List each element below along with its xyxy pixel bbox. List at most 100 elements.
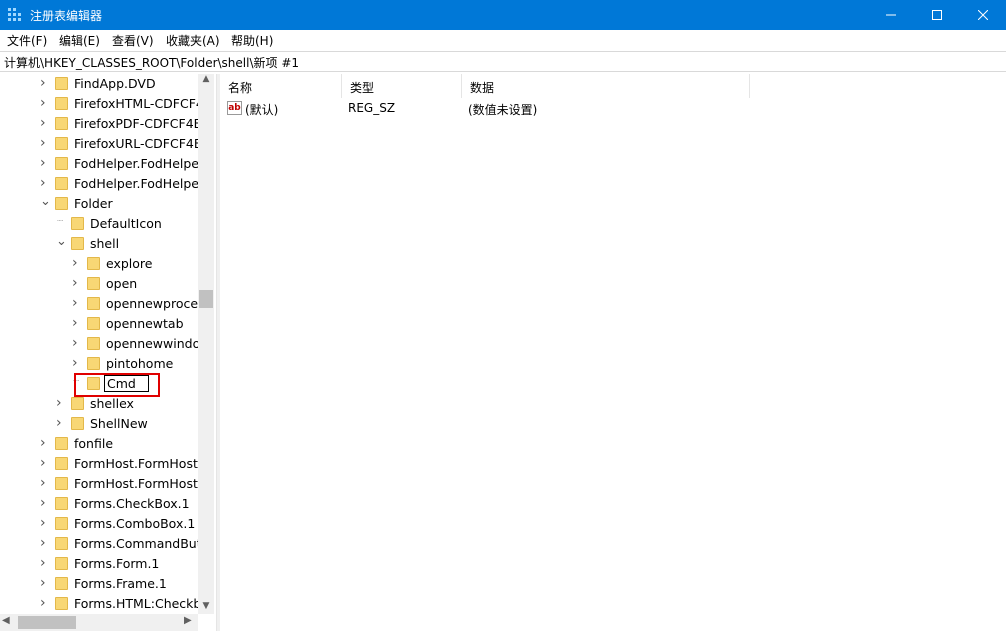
tree-item[interactable]: › Forms.Form.1 bbox=[0, 554, 200, 574]
folder-icon bbox=[87, 337, 100, 350]
chevron-right-icon[interactable]: › bbox=[40, 175, 50, 191]
folder-icon bbox=[55, 597, 68, 610]
tree-item[interactable]: › explore bbox=[0, 254, 200, 274]
tree-item[interactable]: › Forms.CheckBox.1 bbox=[0, 494, 200, 514]
chevron-right-icon[interactable]: › bbox=[40, 475, 50, 491]
tree-item[interactable]: › Forms.CommandButt bbox=[0, 534, 207, 554]
minimize-button[interactable] bbox=[868, 0, 914, 30]
chevron-right-icon[interactable]: › bbox=[40, 435, 50, 451]
scroll-up-icon[interactable]: ▲ bbox=[198, 74, 214, 90]
chevron-right-icon[interactable]: › bbox=[40, 135, 50, 151]
chevron-right-icon[interactable]: › bbox=[40, 495, 50, 511]
close-icon bbox=[978, 10, 988, 20]
column-header-type[interactable]: 类型 bbox=[342, 74, 462, 98]
tree-item-label: shellex bbox=[90, 396, 134, 411]
chevron-right-icon[interactable]: › bbox=[40, 575, 50, 591]
tree-item[interactable]: › FindApp.DVD bbox=[0, 74, 200, 94]
chevron-right-icon[interactable]: › bbox=[72, 275, 82, 291]
chevron-right-icon[interactable]: › bbox=[40, 455, 50, 471]
tree-item[interactable]: › FirefoxPDF-CDFCF4B7 bbox=[0, 114, 210, 134]
chevron-right-icon[interactable]: › bbox=[56, 395, 66, 411]
folder-icon bbox=[55, 197, 68, 210]
values-list[interactable]: 名称 类型 数据 ab (默认) REG_SZ (数值未设置) bbox=[220, 74, 1006, 631]
tree-vertical-scrollbar[interactable]: ▲ ▼ bbox=[198, 74, 214, 614]
tree-item-label: opennewwindov bbox=[106, 336, 208, 351]
tree-item[interactable]: ⌄ shell bbox=[0, 234, 200, 254]
scroll-right-icon[interactable]: ▶ bbox=[184, 615, 192, 626]
chevron-down-icon[interactable]: ⌄ bbox=[56, 234, 67, 249]
tree-item[interactable]: › opennewproces bbox=[0, 294, 205, 314]
tree-item[interactable]: › opennewtab bbox=[0, 314, 200, 334]
tree-item[interactable]: › open bbox=[0, 274, 200, 294]
menu-bar: 文件(F) 编辑(E) 查看(V) 收藏夹(A) 帮助(H) bbox=[0, 30, 1006, 50]
chevron-right-icon[interactable]: › bbox=[72, 335, 82, 351]
address-path[interactable]: 计算机\HKEY_CLASSES_ROOT\Folder\shell\新项 #1 bbox=[4, 54, 299, 71]
folder-icon bbox=[55, 497, 68, 510]
key-tree[interactable]: › FindApp.DVD › FirefoxHTML-CDFCF4 › FirefoxP… bbox=[0, 74, 214, 631]
tree-item-label: FindApp.DVD bbox=[74, 76, 156, 91]
folder-icon bbox=[87, 277, 100, 290]
tree-item[interactable]: › Forms.HTML:Checkbc bbox=[0, 594, 208, 614]
chevron-right-icon[interactable]: › bbox=[40, 595, 50, 611]
tree-item-label: Forms.CommandButt bbox=[74, 536, 207, 551]
chevron-right-icon[interactable]: › bbox=[40, 515, 50, 531]
folder-icon bbox=[55, 517, 68, 530]
folder-icon bbox=[55, 117, 68, 130]
folder-icon bbox=[55, 157, 68, 170]
chevron-right-icon[interactable]: › bbox=[40, 555, 50, 571]
tree-item-label: FirefoxPDF-CDFCF4B7 bbox=[74, 116, 211, 131]
tree-item[interactable]: › shellex bbox=[0, 394, 200, 414]
address-bar[interactable]: 计算机\HKEY_CLASSES_ROOT\Folder\shell\新项 #1 bbox=[0, 51, 1006, 72]
chevron-right-icon[interactable]: › bbox=[56, 415, 66, 431]
tree-item-label: FirefoxURL-CDFCF4B7 bbox=[74, 136, 211, 151]
tree-item[interactable]: › pintohome bbox=[0, 354, 200, 374]
tree-item[interactable]: ⌄ Folder bbox=[0, 194, 200, 214]
scroll-thumb[interactable] bbox=[199, 290, 213, 308]
chevron-right-icon[interactable]: › bbox=[72, 255, 82, 271]
tree-item[interactable]: › fonfile bbox=[0, 434, 200, 454]
chevron-right-icon[interactable]: › bbox=[40, 75, 50, 91]
chevron-right-icon[interactable]: › bbox=[40, 535, 50, 551]
tree-item-label: pintohome bbox=[106, 356, 174, 371]
chevron-down-icon[interactable]: ⌄ bbox=[40, 194, 51, 209]
menu-help[interactable]: 帮助(H) bbox=[231, 32, 273, 49]
chevron-right-icon[interactable]: › bbox=[40, 95, 50, 111]
column-header-name[interactable]: 名称 bbox=[220, 74, 342, 98]
folder-icon bbox=[71, 237, 84, 250]
menu-file[interactable]: 文件(F) bbox=[7, 32, 47, 49]
chevron-right-icon[interactable]: › bbox=[40, 115, 50, 131]
maximize-icon bbox=[932, 10, 942, 20]
tree-item[interactable]: › FodHelper.FodHelper bbox=[0, 154, 204, 174]
menu-edit[interactable]: 编辑(E) bbox=[59, 32, 100, 49]
tree-horizontal-scrollbar[interactable]: ◀ ▶ bbox=[0, 614, 198, 631]
scroll-down-icon[interactable]: ▼ bbox=[198, 598, 214, 614]
title-bar[interactable]: 注册表编辑器 bbox=[0, 0, 1006, 30]
menu-view[interactable]: 查看(V) bbox=[112, 32, 154, 49]
folder-icon bbox=[55, 137, 68, 150]
chevron-right-icon[interactable]: › bbox=[40, 155, 50, 171]
tree-item[interactable]: › FirefoxHTML-CDFCF4 bbox=[0, 94, 204, 114]
tree-item[interactable]: › ShellNew bbox=[0, 414, 200, 434]
scroll-thumb-horizontal[interactable] bbox=[18, 616, 76, 629]
tree-item[interactable]: › opennewwindov bbox=[0, 334, 208, 354]
maximize-button[interactable] bbox=[914, 0, 960, 30]
tree-item[interactable]: › FodHelper.FodHelper bbox=[0, 174, 204, 194]
tree-connector: ┈ bbox=[57, 216, 64, 227]
chevron-right-icon[interactable]: › bbox=[72, 355, 82, 371]
close-button[interactable] bbox=[960, 0, 1006, 30]
chevron-right-icon[interactable]: › bbox=[72, 315, 82, 331]
tree-item-label: FodHelper.FodHelper bbox=[74, 156, 205, 171]
folder-icon bbox=[55, 557, 68, 570]
tree-item[interactable]: › FirefoxURL-CDFCF4B7 bbox=[0, 134, 210, 154]
tree-item-label: FodHelper.FodHelper bbox=[74, 176, 205, 191]
tree-item[interactable]: › FormHost.FormHost bbox=[0, 454, 200, 474]
chevron-right-icon[interactable]: › bbox=[72, 295, 82, 311]
scroll-left-icon[interactable]: ◀ bbox=[2, 615, 10, 626]
tree-item[interactable]: › Forms.ComboBox.1 bbox=[0, 514, 200, 534]
tree-item[interactable]: › Forms.Frame.1 bbox=[0, 574, 200, 594]
tree-item[interactable]: ┈ DefaultIcon bbox=[0, 214, 200, 234]
tree-item[interactable]: › FormHost.FormHost.1 bbox=[0, 474, 210, 494]
value-row[interactable]: ab (默认) REG_SZ (数值未设置) bbox=[220, 98, 1006, 118]
column-header-data[interactable]: 数据 bbox=[462, 74, 750, 98]
menu-favorites[interactable]: 收藏夹(A) bbox=[166, 32, 220, 49]
